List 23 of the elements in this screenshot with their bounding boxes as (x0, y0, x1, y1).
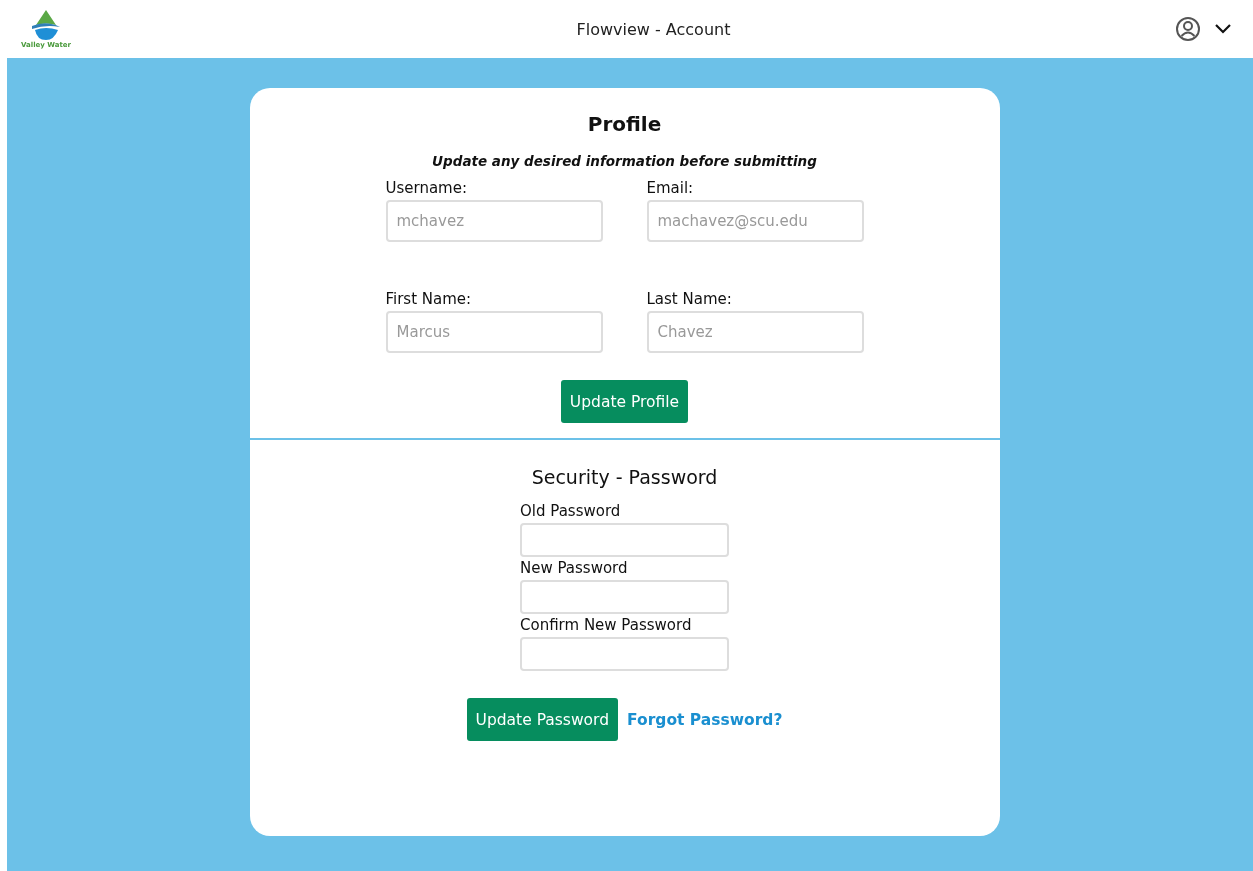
page-title: Flowview - Account (576, 19, 731, 39)
account-icon[interactable] (1175, 16, 1201, 42)
field-label: Email: (646, 179, 695, 197)
password-field[interactable] (520, 523, 729, 557)
chevron-down-icon[interactable] (1215, 24, 1231, 34)
field-label: Old Password (520, 502, 622, 520)
field-label: Last Name: (646, 290, 733, 308)
forgot-password-link[interactable]: Forgot Password? (627, 710, 783, 729)
field-label: Confirm New Password (520, 616, 693, 634)
input-field[interactable]: Marcus (385, 311, 603, 353)
input-field[interactable]: mchavez (385, 200, 603, 242)
field-label: First Name: (385, 290, 473, 308)
section-title: Profile (587, 112, 662, 136)
section-title: Security - Password (531, 466, 718, 488)
input-field[interactable]: Chavez (646, 311, 864, 353)
password-field[interactable] (520, 580, 729, 614)
input-field[interactable]: machavez@scu.edu (646, 200, 864, 242)
update-profile-button[interactable]: Update Profile (560, 380, 689, 423)
update-password-button[interactable]: Update Password (466, 698, 619, 741)
password-field[interactable] (520, 637, 729, 671)
field-label: Username: (385, 179, 469, 197)
instruction-text: Update any desired information before submitting (432, 153, 817, 169)
field-label: New Password (520, 559, 629, 577)
